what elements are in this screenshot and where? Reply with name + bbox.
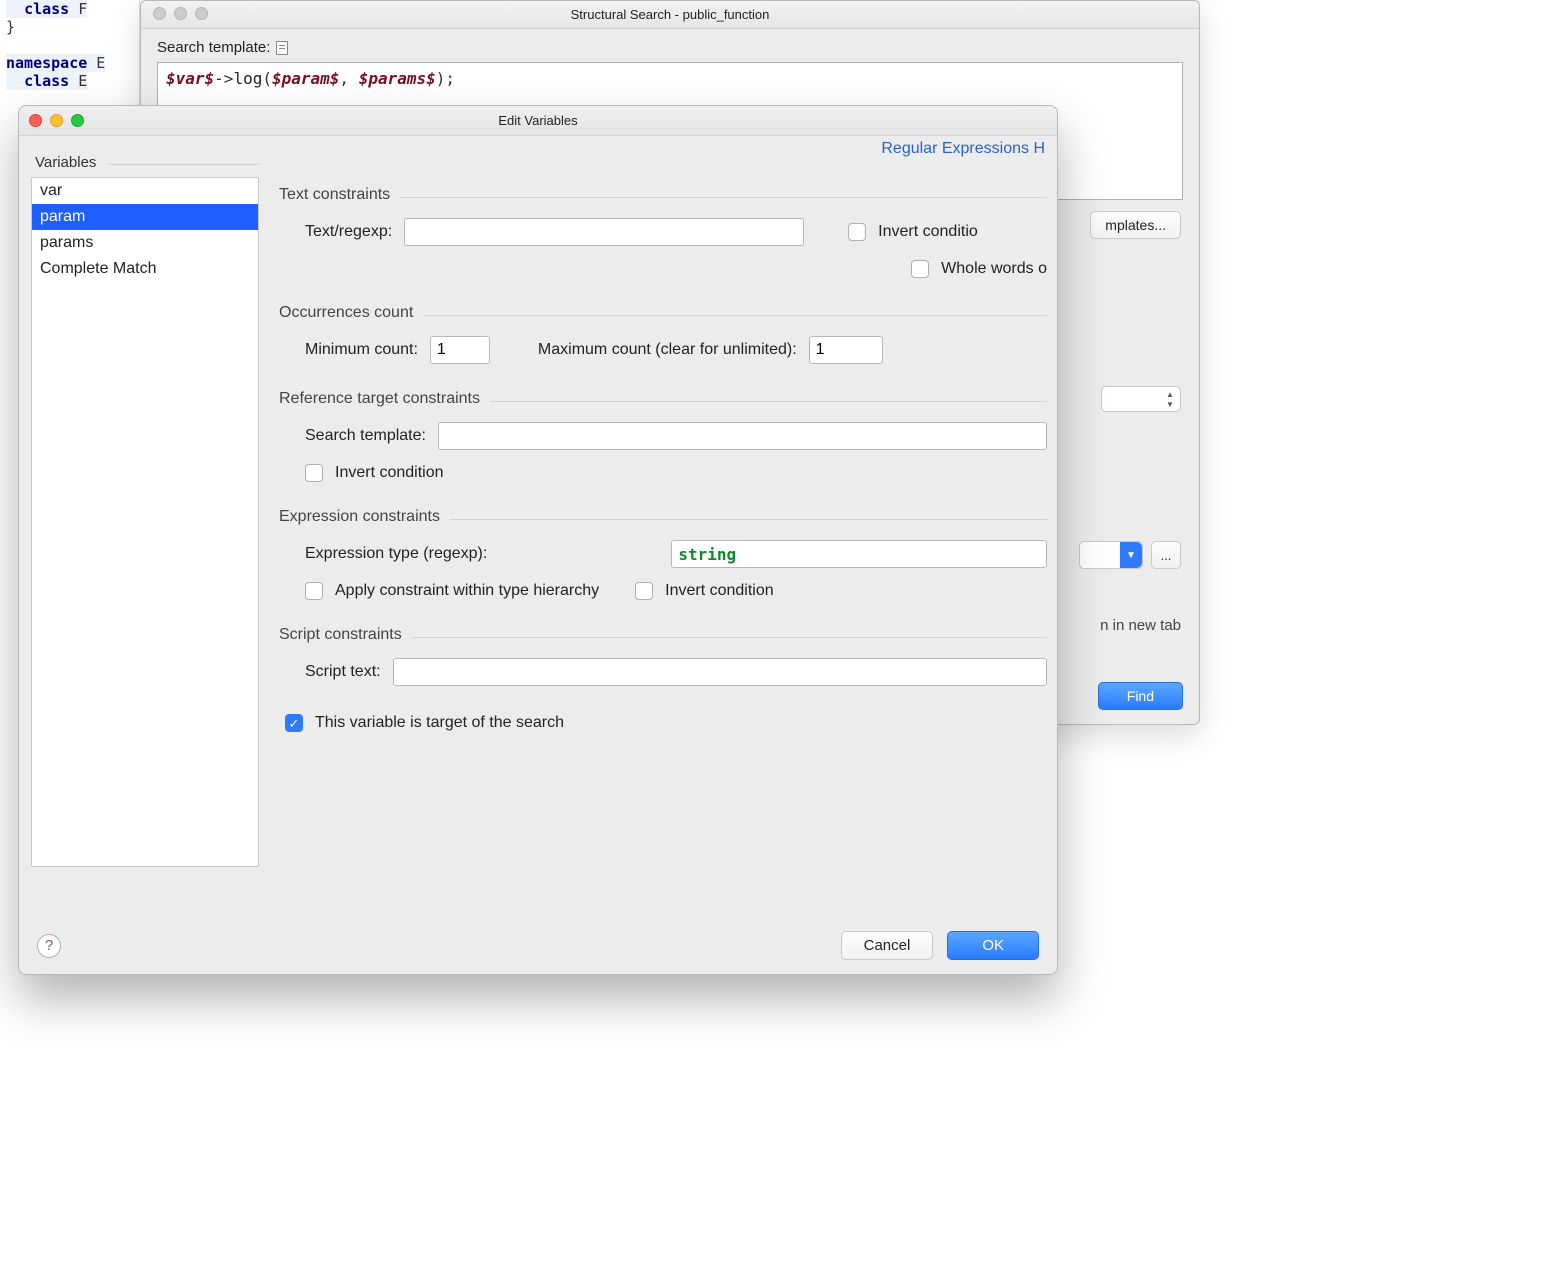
code-keyword: class xyxy=(24,72,69,90)
section-title: Text constraints xyxy=(279,186,1047,204)
code-keyword: namespace xyxy=(6,54,87,72)
select-stepper[interactable]: ▲▼ xyxy=(1101,386,1181,412)
list-item[interactable]: params xyxy=(32,230,258,256)
code-keyword: class xyxy=(24,0,69,18)
close-icon[interactable] xyxy=(153,7,166,20)
window-controls xyxy=(153,7,208,20)
target-label: This variable is target of the search xyxy=(315,714,564,732)
ok-button[interactable]: OK xyxy=(947,931,1039,960)
cancel-button[interactable]: Cancel xyxy=(841,931,934,960)
help-icon[interactable]: ? xyxy=(37,934,61,958)
search-template-label: Search template: xyxy=(157,39,1183,56)
max-count-input[interactable] xyxy=(809,336,883,364)
dialog-titlebar[interactable]: Edit Variables xyxy=(19,106,1057,136)
close-icon[interactable] xyxy=(29,114,42,127)
edit-variables-dialog: Edit Variables Variables var param param… xyxy=(18,105,1058,975)
document-icon xyxy=(276,41,288,55)
ref-template-input[interactable] xyxy=(438,422,1047,450)
dialog-title: Structural Search - public_function xyxy=(571,7,770,22)
text-regexp-label: Text/regexp: xyxy=(305,223,392,241)
dialog-titlebar[interactable]: Structural Search - public_function xyxy=(141,1,1199,29)
section-title: Reference target constraints xyxy=(279,390,1047,408)
expr-type-input[interactable]: string xyxy=(671,540,1047,568)
whole-words-checkbox[interactable] xyxy=(911,260,929,278)
editor-code-background: class F } namespace E class E xyxy=(0,0,140,110)
chevron-up-icon[interactable]: ▲ xyxy=(1162,389,1178,399)
script-text-label: Script text: xyxy=(305,663,381,681)
script-text-input[interactable] xyxy=(393,658,1047,686)
min-count-label: Minimum count: xyxy=(305,341,418,359)
section-title: Expression constraints xyxy=(279,508,1047,526)
minimize-icon[interactable] xyxy=(50,114,63,127)
expr-invert-label: Invert condition xyxy=(665,582,774,600)
window-controls xyxy=(29,114,84,127)
context-dropdown[interactable]: ▼ xyxy=(1079,541,1143,569)
regex-help-link[interactable]: Regular Expressions H xyxy=(881,140,1045,158)
find-button[interactable]: Find xyxy=(1098,682,1183,710)
chevron-down-icon[interactable]: ▼ xyxy=(1162,399,1178,409)
code-brace: } xyxy=(6,18,15,36)
expr-type-label: Expression type (regexp): xyxy=(305,545,487,563)
list-item[interactable]: param xyxy=(32,204,258,230)
list-item[interactable]: Complete Match xyxy=(32,256,258,282)
whole-words-label: Whole words o xyxy=(941,260,1047,278)
minimize-icon[interactable] xyxy=(174,7,187,20)
invert-condition-checkbox[interactable] xyxy=(848,223,866,241)
section-title: Script constraints xyxy=(279,626,1047,644)
more-button[interactable]: ... xyxy=(1151,541,1181,569)
text-regexp-input[interactable] xyxy=(404,218,804,246)
expr-invert-checkbox[interactable] xyxy=(635,582,653,600)
ref-invert-label: Invert condition xyxy=(335,464,444,482)
chevron-down-icon[interactable]: ▼ xyxy=(1120,542,1142,568)
hierarchy-checkbox[interactable] xyxy=(305,582,323,600)
open-new-tab-label: n in new tab xyxy=(1100,617,1181,634)
maximize-icon[interactable] xyxy=(71,114,84,127)
ref-invert-checkbox[interactable] xyxy=(305,464,323,482)
max-count-label: Maximum count (clear for unlimited): xyxy=(538,341,797,359)
ref-template-label: Search template: xyxy=(305,427,426,445)
variables-list[interactable]: var param params Complete Match xyxy=(31,177,259,867)
templates-button[interactable]: mplates... xyxy=(1090,211,1181,239)
target-checkbox[interactable] xyxy=(285,714,303,732)
min-count-input[interactable] xyxy=(430,336,490,364)
invert-condition-label: Invert conditio xyxy=(878,223,978,241)
section-title: Occurrences count xyxy=(279,304,1047,322)
maximize-icon[interactable] xyxy=(195,7,208,20)
dialog-title: Edit Variables xyxy=(498,113,577,128)
list-item[interactable]: var xyxy=(32,178,258,204)
hierarchy-label: Apply constraint within type hierarchy xyxy=(335,582,599,600)
variables-header: Variables xyxy=(35,154,96,171)
